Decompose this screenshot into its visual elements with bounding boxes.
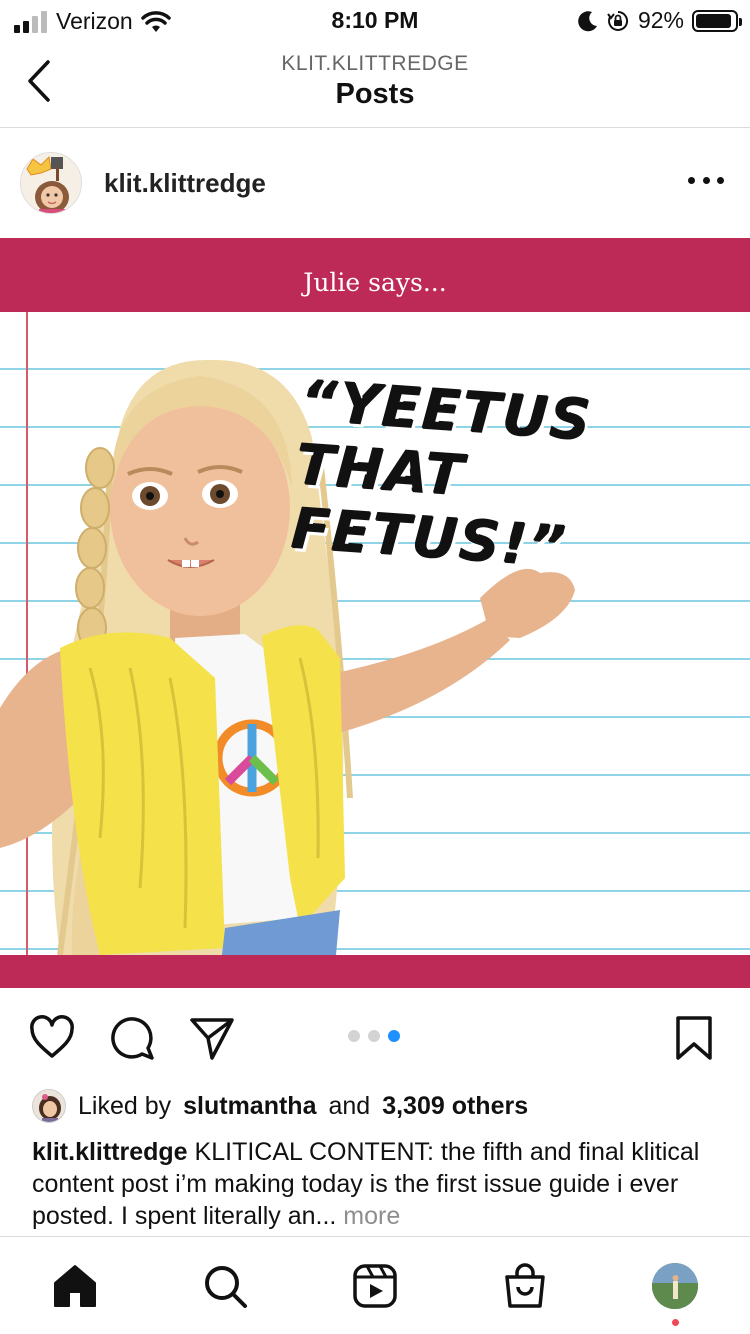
liker-avatar (32, 1089, 66, 1123)
post-image[interactable]: Julie says... “YEETUS THAT FETUS!” (0, 238, 750, 988)
doll-illustration (0, 359, 575, 956)
likes-row[interactable]: Liked by slutmantha and 3,309 others (32, 1086, 528, 1126)
page-title: Posts (335, 78, 415, 110)
header-subtitle: KLIT.KLITTREDGE (281, 52, 469, 75)
carousel-dot-active (388, 1030, 400, 1042)
tab-bar (0, 1236, 750, 1334)
share-icon[interactable] (188, 1014, 236, 1062)
likes-prefix: Liked by (78, 1091, 172, 1120)
notification-dot (672, 1319, 679, 1326)
post-caption: klit.klittredge KLITICAL CONTENT: the fi… (32, 1136, 722, 1232)
search-icon[interactable] (200, 1261, 250, 1311)
orientation-lock-icon (607, 10, 628, 31)
likes-connector: and (328, 1091, 371, 1120)
quote-text: “YEETUS THAT FETUS!” (289, 369, 595, 581)
bookmark-icon[interactable] (670, 1014, 718, 1062)
more-dot (717, 176, 724, 184)
status-bar: Verizon 8:10 PM 92% (0, 0, 750, 40)
doll-avatar-image (21, 153, 81, 213)
status-right: 92% (578, 7, 742, 34)
nav-header: KLIT.KLITTREDGE Posts (0, 40, 750, 128)
heart-icon[interactable] (28, 1014, 76, 1062)
battery-tip (739, 17, 742, 26)
post-header: klit.klittredge (0, 128, 750, 238)
banner-bottom (0, 955, 750, 988)
profile-avatar[interactable] (652, 1263, 698, 1309)
battery-percent: 92% (637, 7, 684, 33)
caption-more-link[interactable]: more (343, 1202, 400, 1230)
moon-icon (578, 10, 597, 31)
post-username[interactable]: klit.klittredge (104, 168, 266, 199)
more-options-icon[interactable] (688, 168, 724, 192)
battery-fill (696, 13, 731, 28)
carousel-dots (348, 1030, 400, 1042)
more-dot (688, 176, 695, 184)
shop-icon[interactable] (500, 1261, 550, 1311)
liker-username[interactable]: slutmantha (183, 1092, 316, 1121)
reels-icon[interactable] (350, 1261, 400, 1311)
carousel-dot (368, 1030, 380, 1042)
comment-icon[interactable] (108, 1014, 156, 1062)
battery-icon (692, 9, 742, 32)
post-avatar[interactable] (20, 152, 82, 214)
home-icon[interactable] (50, 1261, 100, 1311)
more-dot (702, 176, 710, 184)
caption-username[interactable]: klit.klittredge (32, 1138, 188, 1166)
likes-others[interactable]: 3,309 others (382, 1092, 528, 1121)
actions-bar (0, 988, 750, 1084)
carousel-dot (348, 1030, 360, 1042)
